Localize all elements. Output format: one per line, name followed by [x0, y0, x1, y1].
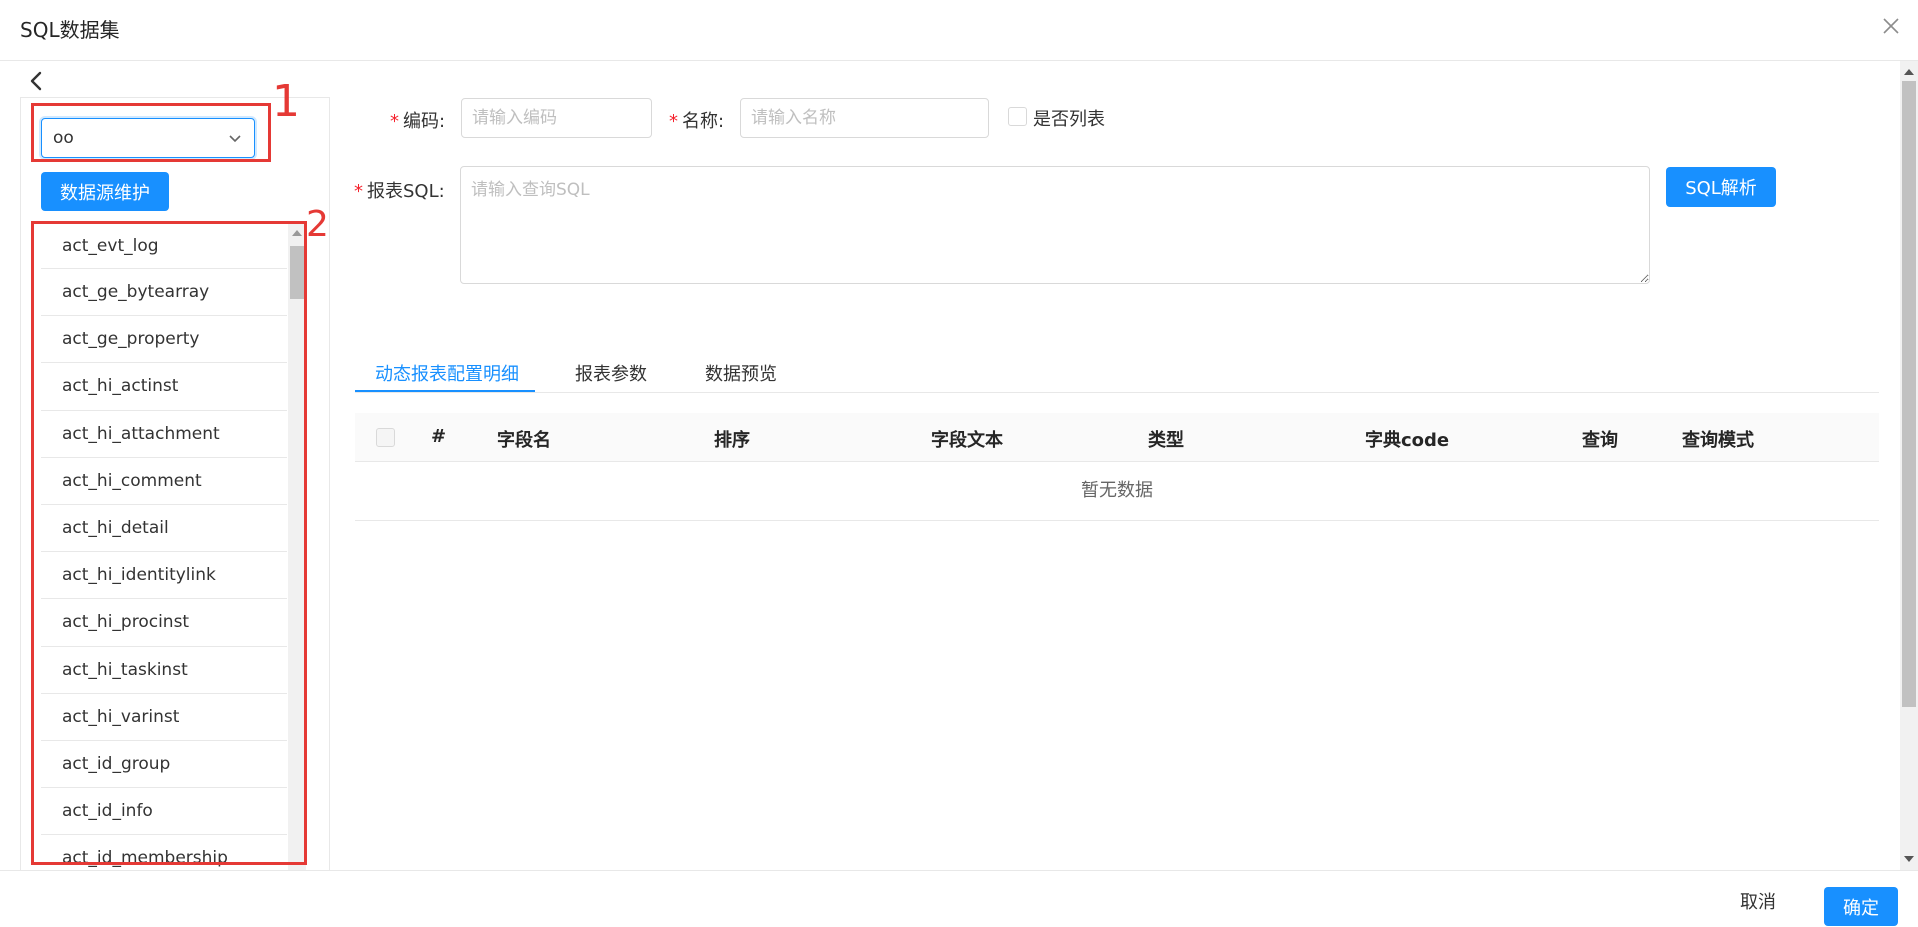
dialog-header: SQL数据集 — [0, 0, 1918, 61]
datasource-select-value: oo — [53, 128, 74, 148]
table-list-item[interactable]: act_id_info — [41, 788, 287, 836]
scroll-thumb[interactable] — [1902, 81, 1916, 707]
tab-bar: 动态报表配置明细 报表参数 数据预览 — [355, 352, 1879, 393]
grid-empty-text: 暂无数据 — [355, 462, 1879, 521]
dialog-footer: 取消 确定 — [0, 870, 1918, 927]
ok-button[interactable]: 确定 — [1824, 887, 1898, 926]
table-list-item[interactable]: act_ge_property — [41, 316, 287, 364]
tab-report-params[interactable]: 报表参数 — [575, 360, 647, 386]
table-list-item[interactable]: act_id_membership — [41, 835, 287, 870]
annotation-marks: 1 2 — [272, 76, 329, 245]
col-type: 类型 — [1148, 430, 1184, 451]
table-list: act_evt_log act_ge_bytearray act_ge_prop… — [41, 224, 289, 870]
sql-label: * 报表SQL: — [354, 181, 445, 202]
col-field-text: 字段文本 — [931, 430, 1003, 451]
is-list-checkbox[interactable] — [1008, 107, 1027, 126]
table-list-item[interactable]: act_evt_log — [41, 224, 287, 269]
table-list-item[interactable]: act_id_group — [41, 741, 287, 789]
annotation-label-2: 2 — [306, 204, 329, 245]
table-list-item[interactable]: act_hi_actinst — [41, 363, 287, 411]
table-list-item[interactable]: act_hi_detail — [41, 505, 287, 553]
datasource-select[interactable]: oo — [41, 118, 255, 158]
name-label: * 名称: — [669, 111, 725, 132]
tab-data-preview[interactable]: 数据预览 — [705, 360, 777, 386]
col-sort: 排序 — [714, 430, 750, 451]
col-index: # — [431, 426, 447, 447]
select-all-checkbox[interactable] — [376, 428, 395, 447]
annotation-label-1: 1 — [272, 76, 300, 127]
table-list-item[interactable]: act_hi_comment — [41, 458, 287, 505]
code-label: * 编码: — [390, 111, 446, 132]
cancel-button[interactable]: 取消 — [1740, 888, 1776, 914]
dialog-title: SQL数据集 — [20, 18, 120, 42]
table-list-scrollbar[interactable] — [288, 224, 306, 870]
table-list-item[interactable]: act_hi_identitylink — [41, 552, 287, 600]
datasource-maintain-button[interactable]: 数据源维护 — [41, 172, 169, 211]
close-icon[interactable] — [1880, 15, 1902, 37]
scroll-down-icon[interactable] — [1904, 856, 1914, 862]
sql-textarea[interactable] — [460, 166, 1650, 284]
is-list-label: 是否列表 — [1033, 109, 1105, 130]
tab-active-indicator — [355, 390, 535, 392]
sql-parse-button[interactable]: SQL解析 — [1666, 167, 1776, 207]
name-input[interactable] — [740, 98, 989, 138]
table-list-item[interactable]: act_hi_attachment — [41, 411, 287, 458]
col-query: 查询 — [1582, 430, 1618, 451]
scroll-thumb[interactable] — [290, 246, 304, 299]
col-dict-code: 字典code — [1365, 430, 1450, 451]
table-list-item[interactable]: act_hi_procinst — [41, 599, 287, 647]
scroll-up-icon[interactable] — [1904, 69, 1914, 75]
code-input[interactable] — [461, 98, 652, 138]
tab-config-detail[interactable]: 动态报表配置明细 — [375, 360, 519, 386]
col-field-name: 字段名 — [497, 430, 551, 451]
table-list-item[interactable]: act_ge_bytearray — [41, 269, 287, 317]
grid-header: # 字段名 排序 字段文本 类型 字典code 查询 查询模式 — [355, 413, 1879, 462]
page-scrollbar[interactable] — [1900, 61, 1918, 870]
chevron-left-icon[interactable] — [24, 68, 50, 94]
col-query-mode: 查询模式 — [1682, 430, 1754, 451]
chevron-down-icon — [229, 135, 241, 143]
table-list-item[interactable]: act_hi_varinst — [41, 694, 287, 741]
table-list-item[interactable]: act_hi_taskinst — [41, 647, 287, 694]
